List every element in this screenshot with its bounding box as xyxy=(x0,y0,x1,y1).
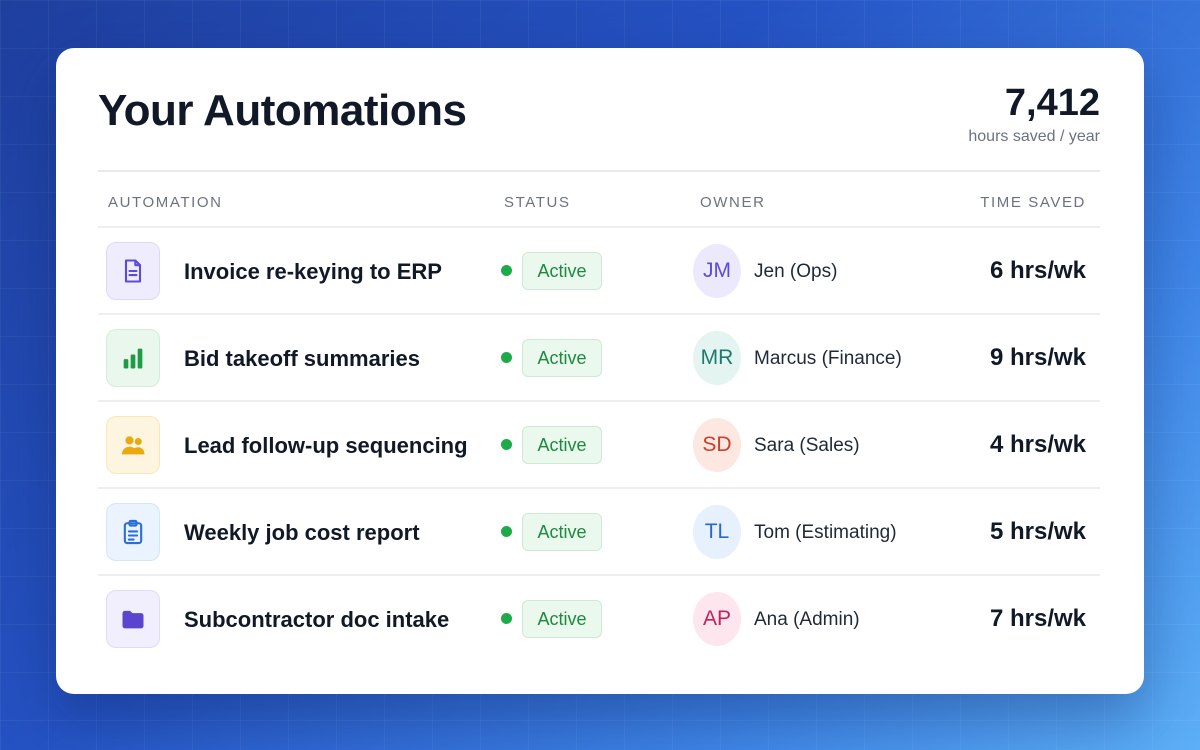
status-dot xyxy=(501,526,512,537)
status-dot xyxy=(501,439,512,450)
table-header: AUTOMATION STATUS OWNER TIME SAVED xyxy=(98,172,1100,228)
automation-name: Invoice re-keying to ERP xyxy=(184,259,442,284)
automation-name: Bid takeoff summaries xyxy=(184,346,420,371)
time-saved-value: 4 hrs/wk xyxy=(989,431,1086,458)
column-header-owner: OWNER xyxy=(700,194,766,211)
status-badge: Active xyxy=(522,600,602,638)
avatar: TL xyxy=(693,505,741,559)
avatar: SD xyxy=(693,418,741,472)
avatar: JM xyxy=(693,244,741,298)
automation-name: Lead follow-up sequencing xyxy=(184,433,468,458)
page-title: Your Automations xyxy=(98,86,467,135)
hours-saved-caption: hours saved / year xyxy=(968,128,1100,145)
time-saved-value: 5 hrs/wk xyxy=(989,518,1086,545)
status-dot xyxy=(501,352,512,363)
table-row[interactable]: Bid takeoff summaries Active MR Marcus (… xyxy=(98,315,1100,402)
owner-name: Ana (Admin) xyxy=(754,609,860,630)
automation-name: Weekly job cost report xyxy=(184,520,420,545)
time-saved-value: 7 hrs/wk xyxy=(989,605,1086,632)
time-saved-value: 9 hrs/wk xyxy=(989,344,1086,371)
status-badge: Active xyxy=(522,252,602,290)
time-saved-value: 6 hrs/wk xyxy=(989,257,1086,284)
column-header-status: STATUS xyxy=(504,194,571,211)
table-row[interactable]: Invoice re-keying to ERP Active JM Jen (… xyxy=(98,228,1100,315)
table-row[interactable]: Lead follow-up sequencing Active SD Sara… xyxy=(98,402,1100,489)
table-row[interactable]: Subcontractor doc intake Active AP Ana (… xyxy=(98,576,1100,663)
avatar: MR xyxy=(693,331,741,385)
folder-icon xyxy=(106,590,160,648)
hours-saved-value: 7,412 xyxy=(1004,82,1100,124)
owner-name: Jen (Ops) xyxy=(754,261,838,282)
document-icon xyxy=(106,242,160,300)
status-dot xyxy=(501,613,512,624)
hours-saved-stat: 7,412 hours saved / year xyxy=(968,84,1100,146)
column-header-time-saved: TIME SAVED xyxy=(980,194,1086,211)
status-badge: Active xyxy=(522,339,602,377)
table-row[interactable]: Weekly job cost report Active TL Tom (Es… xyxy=(98,489,1100,576)
automations-card: Your Automations 7,412 hours saved / yea… xyxy=(56,48,1144,694)
card-header: Your Automations 7,412 hours saved / yea… xyxy=(98,48,1100,172)
column-header-automation: AUTOMATION xyxy=(108,194,223,211)
status-badge: Active xyxy=(522,426,602,464)
owner-name: Marcus (Finance) xyxy=(754,348,902,369)
owner-name: Sara (Sales) xyxy=(754,435,860,456)
avatar: AP xyxy=(693,592,741,646)
status-badge: Active xyxy=(522,513,602,551)
clipboard-icon xyxy=(106,503,160,561)
owner-name: Tom (Estimating) xyxy=(754,522,897,543)
automation-name: Subcontractor doc intake xyxy=(184,607,450,632)
bar-chart-icon xyxy=(106,329,160,387)
users-icon xyxy=(106,416,160,474)
status-dot xyxy=(501,265,512,276)
